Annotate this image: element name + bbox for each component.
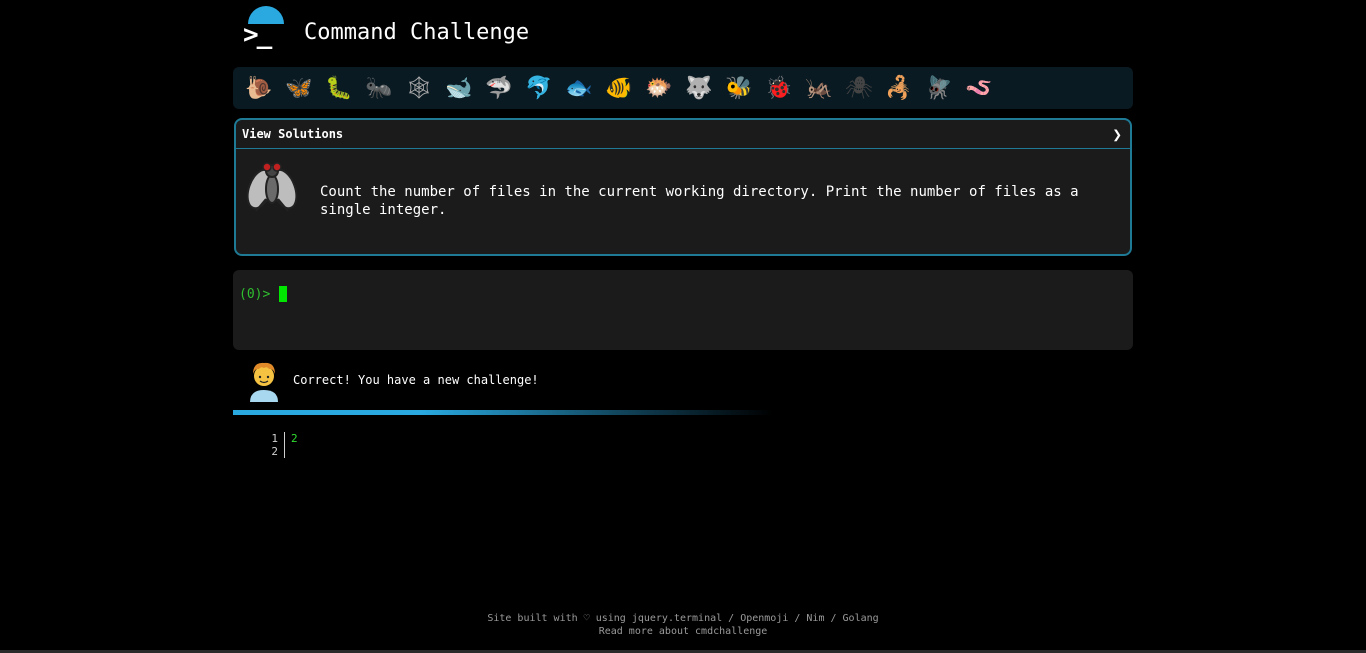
output-line-number: 2 [263, 445, 285, 458]
output-row: 1 2 [263, 432, 298, 445]
spider-icon[interactable]: 🕷 [839, 68, 879, 108]
output-panel: 1 2 2 [263, 432, 298, 458]
cricket-icon[interactable]: 🦗 [799, 68, 839, 108]
terminal[interactable]: (0)> [233, 270, 1133, 350]
fish-icon[interactable]: 🐟 [559, 68, 599, 108]
dolphin-icon[interactable]: 🐬 [519, 68, 559, 108]
person-avatar-icon [250, 362, 278, 402]
ladybug-icon[interactable]: 🐞 [759, 68, 799, 108]
footer-credits: Site built with ♡ using jquery.terminal … [487, 613, 879, 624]
output-row: 2 [263, 445, 298, 458]
challenge-description: Count the number of files in the current… [320, 184, 1079, 218]
output-value [285, 445, 291, 458]
ant-icon[interactable]: 🐜 [359, 68, 399, 108]
wolf-icon[interactable]: 🐺 [679, 68, 719, 108]
level-bar: 🐌 🦋 🐛 🐜 🕸 🐋 🦈 🐬 🐟 🐠 🐡 🐺 🐝 🐞 🦗 🕷 🦂 🪰 🪱 [233, 67, 1133, 109]
output-line-number: 1 [263, 432, 285, 445]
terminal-input-line[interactable]: (0)> [239, 286, 288, 302]
fly-icon[interactable]: 🪰 [919, 68, 959, 108]
butterfly-icon[interactable]: 🦋 [279, 68, 319, 108]
worm-icon[interactable]: 🪱 [959, 68, 999, 108]
tropical-fish-icon[interactable]: 🐠 [599, 68, 639, 108]
page-title[interactable]: Command Challenge [304, 20, 529, 45]
progress-bar [233, 410, 773, 415]
caterpillar-icon[interactable]: 🐛 [319, 68, 359, 108]
view-solutions-toggle[interactable]: View Solutions ❯ [236, 120, 1130, 149]
shark-icon[interactable]: 🦈 [479, 68, 519, 108]
terminal-prompt: (0)> [239, 286, 271, 302]
spider-web-icon[interactable]: 🕸 [399, 68, 439, 108]
challenge-body: Count the number of files in the current… [236, 149, 1130, 255]
read-more-link[interactable]: Read more about cmdchallenge [599, 626, 768, 637]
challenge-panel: View Solutions ❯ Count the number of fil… [234, 118, 1132, 256]
footer: Site built with ♡ using jquery.terminal … [0, 612, 1366, 638]
output-value: 2 [291, 432, 298, 445]
view-solutions-label: View Solutions [242, 127, 344, 141]
bee-icon[interactable]: 🐝 [719, 68, 759, 108]
header: >_ Command Challenge [233, 0, 1133, 60]
scorpion-icon[interactable]: 🦂 [879, 68, 919, 108]
result-message-row: Correct! You have a new challenge! [233, 358, 1133, 408]
result-message: Correct! You have a new challenge! [293, 373, 539, 387]
terminal-cursor [279, 286, 288, 302]
terminal-logo-icon[interactable]: >_ [241, 6, 285, 50]
fly-icon [246, 162, 298, 212]
snail-icon[interactable]: 🐌 [239, 68, 279, 108]
blowfish-icon[interactable]: 🐡 [639, 68, 679, 108]
chevron-right-icon[interactable]: ❯ [1112, 125, 1122, 144]
whale-icon[interactable]: 🐋 [439, 68, 479, 108]
logo-prompt: >_ [243, 20, 272, 50]
